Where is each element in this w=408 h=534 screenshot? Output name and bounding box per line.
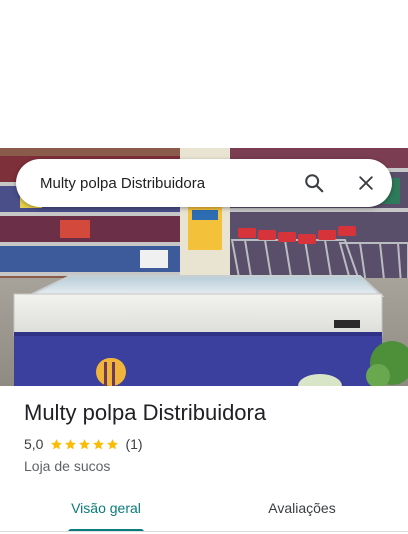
rating-value: 5,0 bbox=[24, 436, 44, 453]
star-icon bbox=[79, 438, 91, 450]
place-info: Multy polpa Distribuidora 5,0 (1) Loja d… bbox=[24, 400, 394, 474]
search-input[interactable]: Multy polpa Distribuidora bbox=[40, 175, 294, 192]
star-icon bbox=[107, 438, 119, 450]
tab-reviews[interactable]: Avaliações bbox=[244, 486, 360, 530]
star-icon bbox=[65, 438, 77, 450]
place-category[interactable]: Loja de sucos bbox=[24, 458, 394, 474]
close-icon bbox=[359, 176, 373, 190]
rating-row[interactable]: 5,0 (1) bbox=[24, 436, 394, 452]
star-icon bbox=[51, 438, 63, 450]
place-tabs: Visão geral Avaliações bbox=[0, 486, 408, 532]
search-button[interactable] bbox=[294, 163, 334, 203]
search-icon bbox=[305, 174, 324, 193]
place-title: Multy polpa Distribuidora bbox=[24, 400, 267, 425]
clear-search-button[interactable] bbox=[346, 163, 386, 203]
search-bar[interactable]: Multy polpa Distribuidora bbox=[16, 159, 392, 207]
star-rating bbox=[50, 438, 120, 451]
map-area-blank bbox=[0, 0, 408, 148]
star-icon bbox=[93, 438, 105, 450]
tab-divider bbox=[0, 531, 408, 532]
rating-count: (1) bbox=[125, 436, 143, 453]
tab-overview[interactable]: Visão geral bbox=[48, 486, 164, 530]
